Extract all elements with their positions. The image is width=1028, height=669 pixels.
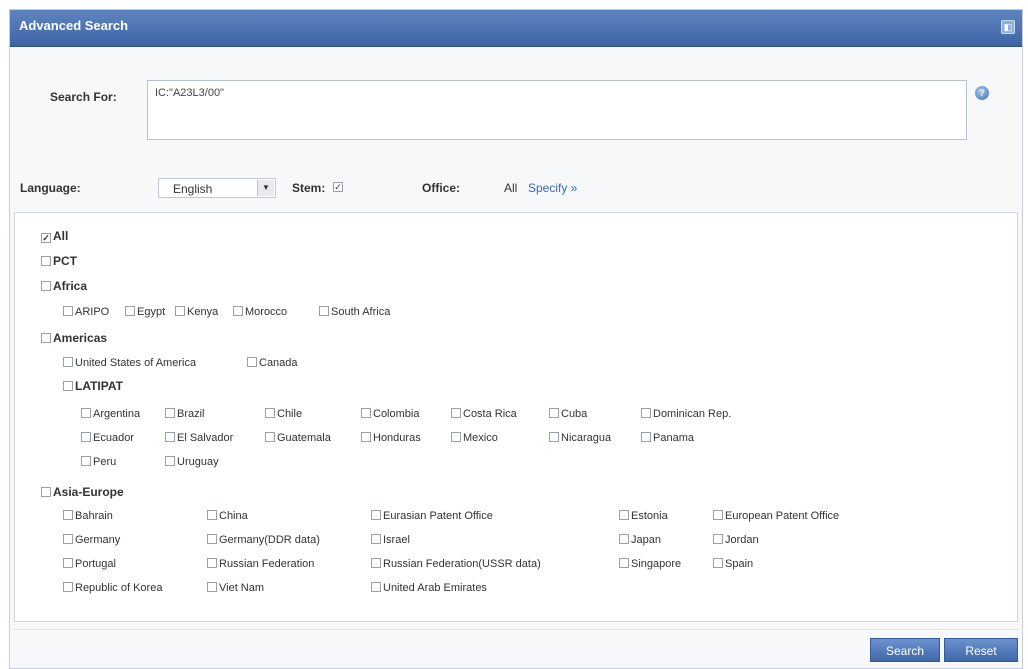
office-checkbox-russian-federation[interactable]: Russian Federation <box>207 557 314 571</box>
office-checkbox-chile[interactable]: Chile <box>265 407 302 421</box>
office-checkbox-latipat[interactable]: LATIPAT <box>63 379 123 393</box>
office-checkbox-germany[interactable]: Germany <box>63 533 120 547</box>
office-checkbox-eurasian-patent-office[interactable]: Eurasian Patent Office <box>371 509 493 523</box>
search-query-input[interactable]: IC:"A23L3/00" <box>147 80 967 140</box>
office-checkbox-usa[interactable]: United States of America <box>63 356 196 370</box>
office-label: Office: <box>422 181 461 195</box>
office-checkbox-guatemala[interactable]: Guatemala <box>265 431 331 445</box>
office-checkbox-africa[interactable]: Africa <box>41 279 87 293</box>
language-label: Language: <box>20 181 81 195</box>
office-checkbox-pct[interactable]: PCT <box>41 254 77 268</box>
office-checkbox-honduras[interactable]: Honduras <box>361 431 421 445</box>
office-checkbox-egypt[interactable]: Egypt <box>125 305 165 319</box>
office-checkbox-viet-nam[interactable]: Viet Nam <box>207 581 264 595</box>
stem-label: Stem: <box>292 181 326 195</box>
office-checkbox-portugal[interactable]: Portugal <box>63 557 116 571</box>
reset-button[interactable]: Reset <box>944 638 1018 662</box>
collapse-icon[interactable]: ◧ <box>1001 20 1015 34</box>
office-checkbox-colombia[interactable]: Colombia <box>361 407 419 421</box>
office-checkbox-dominican-rep[interactable]: Dominican Rep. <box>641 407 731 421</box>
search-for-label: Search For: <box>50 90 117 104</box>
language-value: English <box>173 182 213 196</box>
office-checkbox-european-patent-office[interactable]: European Patent Office <box>713 509 839 523</box>
office-checkbox-brazil[interactable]: Brazil <box>165 407 205 421</box>
office-selection-box: ✓ All PCT Africa ARIPO Egypt Kenya Morocc… <box>14 212 1018 622</box>
office-checkbox-all[interactable]: ✓ All <box>41 229 68 243</box>
office-checkbox-nicaragua[interactable]: Nicaragua <box>549 431 611 445</box>
advanced-search-panel: Advanced Search ◧ Search For: IC:"A23L3/… <box>9 9 1023 669</box>
office-checkbox-canada[interactable]: Canada <box>247 356 298 370</box>
office-checkbox-peru[interactable]: Peru <box>81 455 116 469</box>
office-checkbox-americas[interactable]: Americas <box>41 331 107 345</box>
office-checkbox-republic-of-korea[interactable]: Republic of Korea <box>63 581 162 595</box>
stem-checkbox[interactable]: ✓ <box>333 182 343 192</box>
office-checkbox-kenya[interactable]: Kenya <box>175 305 218 319</box>
specify-link[interactable]: Specify » <box>528 181 577 195</box>
search-button[interactable]: Search <box>870 638 940 662</box>
office-checkbox-asia-europe[interactable]: Asia-Europe <box>41 485 124 499</box>
office-checkbox-singapore[interactable]: Singapore <box>619 557 681 571</box>
language-select[interactable]: English ▼ <box>158 178 276 198</box>
office-checkbox-estonia[interactable]: Estonia <box>619 509 668 523</box>
search-options-row: Language: English ▼ Stem: ✓ Office: All … <box>10 178 1022 202</box>
dialog-title: Advanced Search <box>19 18 129 33</box>
office-checkbox-argentina[interactable]: Argentina <box>81 407 140 421</box>
office-checkbox-panama[interactable]: Panama <box>641 431 694 445</box>
office-checkbox-china[interactable]: China <box>207 509 248 523</box>
help-icon[interactable]: ? <box>975 86 989 100</box>
office-checkbox-israel[interactable]: Israel <box>371 533 410 547</box>
office-checkbox-cuba[interactable]: Cuba <box>549 407 587 421</box>
office-value: All <box>504 181 518 195</box>
office-checkbox-morocco[interactable]: Morocco <box>233 305 287 319</box>
office-checkbox-mexico[interactable]: Mexico <box>451 431 498 445</box>
office-checkbox-united-arab-emirates[interactable]: United Arab Emirates <box>371 581 487 595</box>
office-checkbox-germany-ddr[interactable]: Germany(DDR data) <box>207 533 320 547</box>
office-checkbox-bahrain[interactable]: Bahrain <box>63 509 113 523</box>
title-bar: Advanced Search ◧ <box>10 10 1022 47</box>
office-checkbox-ecuador[interactable]: Ecuador <box>81 431 134 445</box>
office-checkbox-el-salvador[interactable]: El Salvador <box>165 431 233 445</box>
office-checkbox-aripo[interactable]: ARIPO <box>63 305 109 319</box>
office-checkbox-jordan[interactable]: Jordan <box>713 533 759 547</box>
chevron-down-icon[interactable]: ▼ <box>257 180 274 196</box>
office-checkbox-uruguay[interactable]: Uruguay <box>165 455 219 469</box>
office-checkbox-japan[interactable]: Japan <box>619 533 661 547</box>
footer-divider <box>14 629 1018 630</box>
office-checkbox-costa-rica[interactable]: Costa Rica <box>451 407 517 421</box>
office-checkbox-spain[interactable]: Spain <box>713 557 753 571</box>
office-checkbox-south-africa[interactable]: South Africa <box>319 305 390 319</box>
office-checkbox-russian-federation-ussr[interactable]: Russian Federation(USSR data) <box>371 557 541 571</box>
